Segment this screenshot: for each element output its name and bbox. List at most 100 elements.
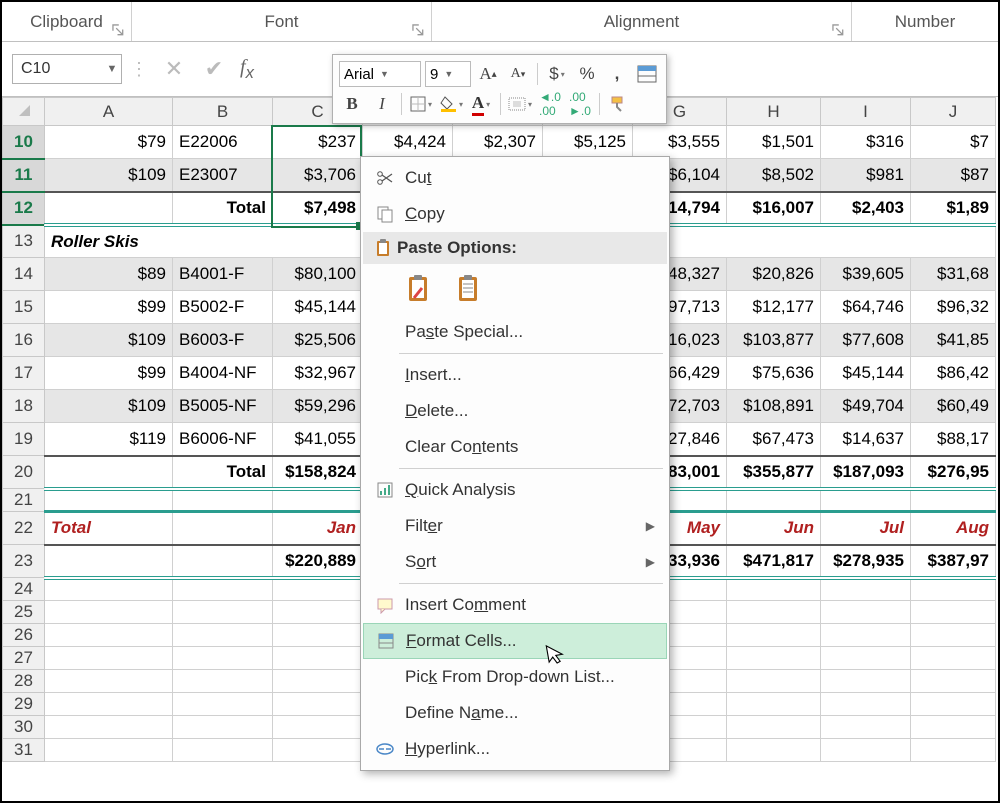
cell[interactable] xyxy=(173,624,273,647)
cell[interactable]: $14,637 xyxy=(821,423,911,456)
cell[interactable] xyxy=(45,693,173,716)
cell[interactable] xyxy=(173,716,273,739)
cell[interactable] xyxy=(911,601,996,624)
cell[interactable] xyxy=(45,670,173,693)
cell[interactable]: B6006-NF xyxy=(173,423,273,456)
paste-option-paste[interactable] xyxy=(403,272,437,306)
format-painter-icon[interactable] xyxy=(606,91,632,117)
ctx-copy[interactable]: Copy xyxy=(363,196,667,232)
cell[interactable]: $1,501 xyxy=(727,126,821,159)
cell[interactable]: E22006 xyxy=(173,126,273,159)
column-header-I[interactable]: I xyxy=(821,98,911,126)
cell[interactable]: $103,877 xyxy=(727,324,821,357)
cell[interactable]: $77,608 xyxy=(821,324,911,357)
cell[interactable] xyxy=(273,739,363,762)
cell[interactable]: $79 xyxy=(45,126,173,159)
ctx-sort[interactable]: Sort▶ xyxy=(363,544,667,580)
cell[interactable]: $12,177 xyxy=(727,291,821,324)
cell[interactable]: $355,877 xyxy=(727,456,821,489)
cell[interactable] xyxy=(727,624,821,647)
font-family-select[interactable]: Arial▼ xyxy=(339,61,421,87)
row-header-15[interactable]: 15 xyxy=(3,291,45,324)
cell[interactable]: $316 xyxy=(821,126,911,159)
ctx-insert-comment[interactable]: Insert Comment xyxy=(363,587,667,623)
cell[interactable]: $20,826 xyxy=(727,258,821,291)
cell[interactable]: $32,967 xyxy=(273,357,363,390)
cell[interactable]: E23007 xyxy=(173,159,273,192)
cell[interactable]: $4,424 xyxy=(363,126,453,159)
cell[interactable]: Total xyxy=(173,192,273,225)
cell[interactable] xyxy=(821,739,911,762)
cell[interactable] xyxy=(173,578,273,601)
paste-option-values[interactable] xyxy=(453,272,487,306)
cell[interactable]: $108,891 xyxy=(727,390,821,423)
cell[interactable] xyxy=(273,578,363,601)
row-header-26[interactable]: 26 xyxy=(3,624,45,647)
cell[interactable]: $49,704 xyxy=(821,390,911,423)
ctx-quick-analysis[interactable]: Quick Analysis xyxy=(363,472,667,508)
comma-format-icon[interactable]: , xyxy=(604,61,630,87)
cell[interactable] xyxy=(173,670,273,693)
ctx-hyperlink[interactable]: Hyperlink... xyxy=(363,731,667,767)
cell[interactable] xyxy=(821,578,911,601)
merge-center-icon[interactable]: ▾ xyxy=(507,91,533,117)
select-all-corner[interactable] xyxy=(3,98,45,126)
row-header-31[interactable]: 31 xyxy=(3,739,45,762)
cell[interactable] xyxy=(273,670,363,693)
column-header-H[interactable]: H xyxy=(727,98,821,126)
cell[interactable] xyxy=(45,192,173,225)
row-header-22[interactable]: 22 xyxy=(3,512,45,545)
cell[interactable] xyxy=(273,647,363,670)
font-color-icon[interactable]: A▾ xyxy=(468,91,494,117)
cell[interactable]: Total xyxy=(173,456,273,489)
namebox-dropdown-icon[interactable]: ▼ xyxy=(103,63,121,75)
cell[interactable]: $99 xyxy=(45,291,173,324)
cell[interactable]: $187,093 xyxy=(821,456,911,489)
cell[interactable]: $75,636 xyxy=(727,357,821,390)
cell[interactable] xyxy=(911,647,996,670)
cell[interactable]: $80,100 xyxy=(273,258,363,291)
cell[interactable]: $8,502 xyxy=(727,159,821,192)
cell[interactable]: $16,007 xyxy=(727,192,821,225)
cell[interactable] xyxy=(45,624,173,647)
cell[interactable]: $387,97 xyxy=(911,545,996,578)
name-box[interactable]: ▼ xyxy=(12,54,122,84)
cell[interactable] xyxy=(173,647,273,670)
percent-format-icon[interactable]: % xyxy=(574,61,600,87)
fx-icon[interactable]: fx xyxy=(234,56,254,83)
cell[interactable] xyxy=(45,647,173,670)
cell[interactable]: $86,42 xyxy=(911,357,996,390)
cell[interactable]: $109 xyxy=(45,390,173,423)
column-header-A[interactable]: A xyxy=(45,98,173,126)
cell[interactable] xyxy=(45,578,173,601)
row-header-28[interactable]: 28 xyxy=(3,670,45,693)
row-header-27[interactable]: 27 xyxy=(3,647,45,670)
borders-icon[interactable]: ▾ xyxy=(408,91,434,117)
cell[interactable] xyxy=(173,545,273,578)
row-header-30[interactable]: 30 xyxy=(3,716,45,739)
cell[interactable] xyxy=(821,624,911,647)
row-header-14[interactable]: 14 xyxy=(3,258,45,291)
fill-color-icon[interactable]: ▾ xyxy=(438,91,464,117)
cell[interactable] xyxy=(911,693,996,716)
ctx-paste-special[interactable]: Paste Special... xyxy=(363,314,667,350)
row-header-18[interactable]: 18 xyxy=(3,390,45,423)
cell[interactable]: $60,49 xyxy=(911,390,996,423)
row-header-11[interactable]: 11 xyxy=(3,159,45,192)
format-cells-dialog-icon[interactable] xyxy=(634,61,660,87)
cell[interactable] xyxy=(727,489,821,512)
cell[interactable] xyxy=(911,624,996,647)
ctx-delete[interactable]: Delete... xyxy=(363,393,667,429)
cell[interactable] xyxy=(45,489,173,512)
cell[interactable] xyxy=(821,716,911,739)
dialog-launcher-icon[interactable] xyxy=(831,23,845,37)
cell[interactable]: $278,935 xyxy=(821,545,911,578)
cell[interactable] xyxy=(173,489,273,512)
cell[interactable] xyxy=(273,693,363,716)
cell[interactable] xyxy=(273,624,363,647)
cell[interactable] xyxy=(821,647,911,670)
cell[interactable]: B5005-NF xyxy=(173,390,273,423)
cell[interactable] xyxy=(727,578,821,601)
cell[interactable]: $45,144 xyxy=(821,357,911,390)
cell[interactable]: Aug xyxy=(911,512,996,545)
